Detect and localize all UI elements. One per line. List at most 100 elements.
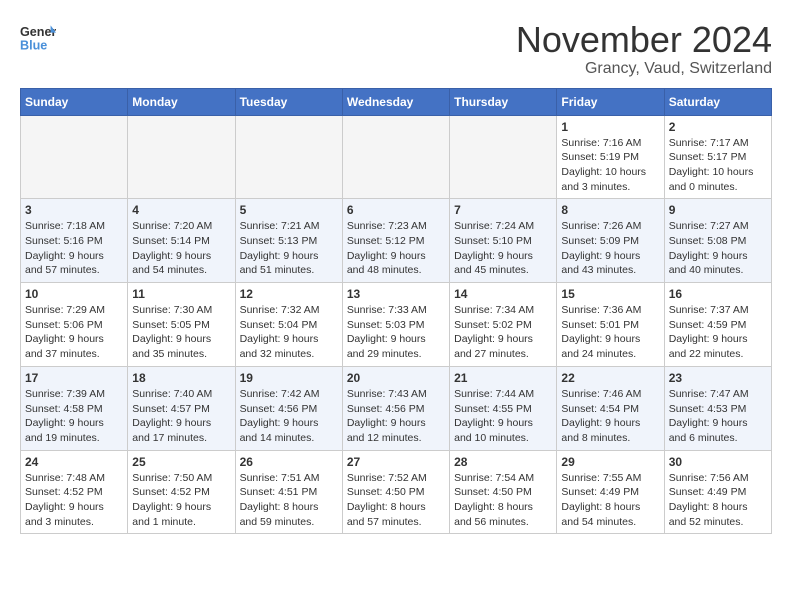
header-wednesday: Wednesday (342, 88, 449, 115)
day-number: 2 (669, 120, 767, 134)
table-row: 12 Sunrise: 7:32 AM Sunset: 5:04 PM Dayl… (235, 283, 342, 367)
calendar-table: Sunday Monday Tuesday Wednesday Thursday… (20, 88, 772, 535)
day-info: Sunrise: 7:26 AM Sunset: 5:09 PM Dayligh… (561, 219, 659, 278)
day-info: Sunrise: 7:33 AM Sunset: 5:03 PM Dayligh… (347, 303, 445, 362)
day-info: Sunrise: 7:54 AM Sunset: 4:50 PM Dayligh… (454, 471, 552, 530)
table-row (450, 115, 557, 199)
table-row: 2 Sunrise: 7:17 AM Sunset: 5:17 PM Dayli… (664, 115, 771, 199)
table-row: 11 Sunrise: 7:30 AM Sunset: 5:05 PM Dayl… (128, 283, 235, 367)
day-number: 13 (347, 287, 445, 301)
table-row: 13 Sunrise: 7:33 AM Sunset: 5:03 PM Dayl… (342, 283, 449, 367)
day-number: 1 (561, 120, 659, 134)
day-number: 5 (240, 203, 338, 217)
day-number: 4 (132, 203, 230, 217)
table-row: 6 Sunrise: 7:23 AM Sunset: 5:12 PM Dayli… (342, 199, 449, 283)
day-info: Sunrise: 7:50 AM Sunset: 4:52 PM Dayligh… (132, 471, 230, 530)
day-info: Sunrise: 7:44 AM Sunset: 4:55 PM Dayligh… (454, 387, 552, 446)
table-row: 1 Sunrise: 7:16 AM Sunset: 5:19 PM Dayli… (557, 115, 664, 199)
page-subtitle: Grancy, Vaud, Switzerland (516, 60, 772, 78)
table-row: 4 Sunrise: 7:20 AM Sunset: 5:14 PM Dayli… (128, 199, 235, 283)
day-info: Sunrise: 7:34 AM Sunset: 5:02 PM Dayligh… (454, 303, 552, 362)
day-number: 19 (240, 371, 338, 385)
table-row: 19 Sunrise: 7:42 AM Sunset: 4:56 PM Dayl… (235, 366, 342, 450)
table-row: 30 Sunrise: 7:56 AM Sunset: 4:49 PM Dayl… (664, 450, 771, 534)
table-row: 25 Sunrise: 7:50 AM Sunset: 4:52 PM Dayl… (128, 450, 235, 534)
day-number: 11 (132, 287, 230, 301)
table-row: 18 Sunrise: 7:40 AM Sunset: 4:57 PM Dayl… (128, 366, 235, 450)
day-info: Sunrise: 7:51 AM Sunset: 4:51 PM Dayligh… (240, 471, 338, 530)
table-row: 27 Sunrise: 7:52 AM Sunset: 4:50 PM Dayl… (342, 450, 449, 534)
day-number: 20 (347, 371, 445, 385)
day-number: 12 (240, 287, 338, 301)
day-number: 25 (132, 455, 230, 469)
day-number: 15 (561, 287, 659, 301)
table-row: 14 Sunrise: 7:34 AM Sunset: 5:02 PM Dayl… (450, 283, 557, 367)
day-number: 6 (347, 203, 445, 217)
day-number: 29 (561, 455, 659, 469)
day-number: 18 (132, 371, 230, 385)
calendar-header-row: Sunday Monday Tuesday Wednesday Thursday… (21, 88, 772, 115)
logo-icon: GeneralBlue (20, 20, 56, 56)
day-number: 7 (454, 203, 552, 217)
day-number: 28 (454, 455, 552, 469)
header-thursday: Thursday (450, 88, 557, 115)
day-number: 23 (669, 371, 767, 385)
day-number: 21 (454, 371, 552, 385)
calendar-week-1: 1 Sunrise: 7:16 AM Sunset: 5:19 PM Dayli… (21, 115, 772, 199)
table-row (235, 115, 342, 199)
day-info: Sunrise: 7:43 AM Sunset: 4:56 PM Dayligh… (347, 387, 445, 446)
table-row (342, 115, 449, 199)
day-info: Sunrise: 7:23 AM Sunset: 5:12 PM Dayligh… (347, 219, 445, 278)
table-row: 29 Sunrise: 7:55 AM Sunset: 4:49 PM Dayl… (557, 450, 664, 534)
day-info: Sunrise: 7:40 AM Sunset: 4:57 PM Dayligh… (132, 387, 230, 446)
day-number: 26 (240, 455, 338, 469)
day-number: 17 (25, 371, 123, 385)
page-header: GeneralBlue November 2024 Grancy, Vaud, … (20, 20, 772, 78)
day-info: Sunrise: 7:47 AM Sunset: 4:53 PM Dayligh… (669, 387, 767, 446)
table-row: 7 Sunrise: 7:24 AM Sunset: 5:10 PM Dayli… (450, 199, 557, 283)
day-info: Sunrise: 7:42 AM Sunset: 4:56 PM Dayligh… (240, 387, 338, 446)
day-info: Sunrise: 7:56 AM Sunset: 4:49 PM Dayligh… (669, 471, 767, 530)
table-row: 8 Sunrise: 7:26 AM Sunset: 5:09 PM Dayli… (557, 199, 664, 283)
calendar-week-2: 3 Sunrise: 7:18 AM Sunset: 5:16 PM Dayli… (21, 199, 772, 283)
table-row: 17 Sunrise: 7:39 AM Sunset: 4:58 PM Dayl… (21, 366, 128, 450)
calendar-week-5: 24 Sunrise: 7:48 AM Sunset: 4:52 PM Dayl… (21, 450, 772, 534)
day-info: Sunrise: 7:52 AM Sunset: 4:50 PM Dayligh… (347, 471, 445, 530)
header-saturday: Saturday (664, 88, 771, 115)
day-info: Sunrise: 7:48 AM Sunset: 4:52 PM Dayligh… (25, 471, 123, 530)
header-sunday: Sunday (21, 88, 128, 115)
svg-text:Blue: Blue (20, 39, 47, 53)
table-row (21, 115, 128, 199)
day-info: Sunrise: 7:18 AM Sunset: 5:16 PM Dayligh… (25, 219, 123, 278)
day-info: Sunrise: 7:24 AM Sunset: 5:10 PM Dayligh… (454, 219, 552, 278)
day-info: Sunrise: 7:32 AM Sunset: 5:04 PM Dayligh… (240, 303, 338, 362)
day-number: 22 (561, 371, 659, 385)
day-number: 10 (25, 287, 123, 301)
table-row: 5 Sunrise: 7:21 AM Sunset: 5:13 PM Dayli… (235, 199, 342, 283)
day-info: Sunrise: 7:39 AM Sunset: 4:58 PM Dayligh… (25, 387, 123, 446)
day-info: Sunrise: 7:20 AM Sunset: 5:14 PM Dayligh… (132, 219, 230, 278)
day-info: Sunrise: 7:21 AM Sunset: 5:13 PM Dayligh… (240, 219, 338, 278)
day-info: Sunrise: 7:17 AM Sunset: 5:17 PM Dayligh… (669, 136, 767, 195)
title-block: November 2024 Grancy, Vaud, Switzerland (516, 20, 772, 78)
day-number: 16 (669, 287, 767, 301)
day-info: Sunrise: 7:37 AM Sunset: 4:59 PM Dayligh… (669, 303, 767, 362)
table-row: 20 Sunrise: 7:43 AM Sunset: 4:56 PM Dayl… (342, 366, 449, 450)
table-row: 21 Sunrise: 7:44 AM Sunset: 4:55 PM Dayl… (450, 366, 557, 450)
page-title: November 2024 (516, 20, 772, 60)
calendar-week-3: 10 Sunrise: 7:29 AM Sunset: 5:06 PM Dayl… (21, 283, 772, 367)
day-number: 27 (347, 455, 445, 469)
day-info: Sunrise: 7:29 AM Sunset: 5:06 PM Dayligh… (25, 303, 123, 362)
table-row: 15 Sunrise: 7:36 AM Sunset: 5:01 PM Dayl… (557, 283, 664, 367)
calendar-week-4: 17 Sunrise: 7:39 AM Sunset: 4:58 PM Dayl… (21, 366, 772, 450)
day-info: Sunrise: 7:30 AM Sunset: 5:05 PM Dayligh… (132, 303, 230, 362)
day-number: 30 (669, 455, 767, 469)
header-friday: Friday (557, 88, 664, 115)
table-row: 22 Sunrise: 7:46 AM Sunset: 4:54 PM Dayl… (557, 366, 664, 450)
table-row: 3 Sunrise: 7:18 AM Sunset: 5:16 PM Dayli… (21, 199, 128, 283)
day-number: 14 (454, 287, 552, 301)
day-number: 3 (25, 203, 123, 217)
day-info: Sunrise: 7:55 AM Sunset: 4:49 PM Dayligh… (561, 471, 659, 530)
table-row: 10 Sunrise: 7:29 AM Sunset: 5:06 PM Dayl… (21, 283, 128, 367)
day-number: 8 (561, 203, 659, 217)
